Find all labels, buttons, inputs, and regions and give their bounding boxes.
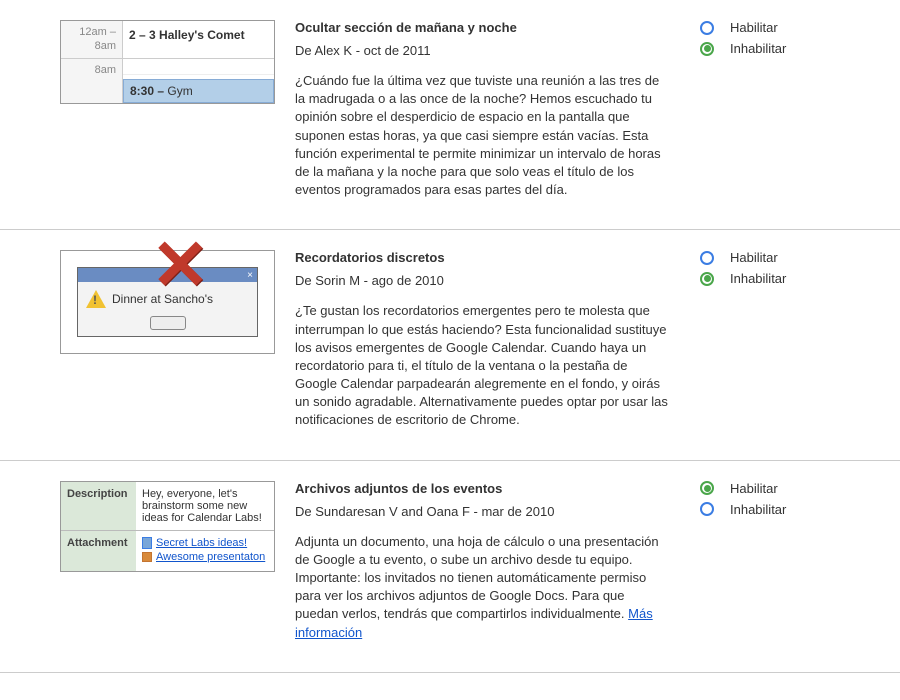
feature-text: ¿Cuándo fue la última vez que tuviste un… xyxy=(295,72,670,199)
enable-radio[interactable]: Habilitar xyxy=(700,481,840,496)
feature-options: Habilitar Inhabilitar xyxy=(700,471,840,523)
feature-thumbnail: 12am – 8am 2 – 3 Halley's Comet 8am 8:30… xyxy=(60,10,275,104)
feature-text: Adjunta un documento, una hoja de cálcul… xyxy=(295,533,670,642)
feature-row-hide-morning-night: 12am – 8am 2 – 3 Halley's Comet 8am 8:30… xyxy=(0,0,900,230)
feature-options: Habilitar Inhabilitar xyxy=(700,10,840,62)
reminder-preview: × Dinner at Sancho's ✕ xyxy=(60,250,275,354)
attachment-link[interactable]: Awesome presentaton xyxy=(142,551,268,563)
radio-icon xyxy=(700,21,714,35)
feature-row-event-attachments: Description Hey, everyone, let's brainst… xyxy=(0,461,900,673)
feature-description: Recordatorios discretos De Sorin M - ago… xyxy=(275,240,700,439)
feature-author: De Sundaresan V and Oana F - mar de 2010 xyxy=(295,504,670,519)
radio-label: Habilitar xyxy=(730,481,778,496)
disable-radio[interactable]: Inhabilitar xyxy=(700,41,840,56)
radio-label: Inhabilitar xyxy=(730,271,786,286)
radio-label: Inhabilitar xyxy=(730,41,786,56)
popup-titlebar: × xyxy=(78,268,257,282)
enable-radio[interactable]: Habilitar xyxy=(700,250,840,265)
feature-title: Ocultar sección de mañana y noche xyxy=(295,20,670,35)
document-icon xyxy=(142,537,152,549)
feature-thumbnail: × Dinner at Sancho's ✕ xyxy=(60,240,275,354)
calendar-mini-preview: 12am – 8am 2 – 3 Halley's Comet 8am 8:30… xyxy=(60,20,275,104)
enable-radio[interactable]: Habilitar xyxy=(700,20,840,35)
calendar-event-highlighted: 8:30 – Gym xyxy=(123,79,274,103)
reminder-text: Dinner at Sancho's xyxy=(112,292,213,306)
feature-title: Recordatorios discretos xyxy=(295,250,670,265)
feature-author: De Sorin M - ago de 2010 xyxy=(295,273,670,288)
radio-icon-checked xyxy=(700,481,714,495)
attachment-label: Attachment xyxy=(61,531,136,571)
feature-description: Archivos adjuntos de los eventos De Sund… xyxy=(275,471,700,652)
description-text: Hey, everyone, let's brainstorm some new… xyxy=(136,482,274,530)
presentation-icon xyxy=(142,552,152,562)
radio-icon-checked xyxy=(700,42,714,56)
feature-title: Archivos adjuntos de los eventos xyxy=(295,481,670,496)
attachment-preview: Description Hey, everyone, let's brainst… xyxy=(60,481,275,572)
feature-text: ¿Te gustan los recordatorios emergentes … xyxy=(295,302,670,429)
ok-button xyxy=(150,316,186,330)
radio-icon xyxy=(700,251,714,265)
radio-label: Habilitar xyxy=(730,20,778,35)
radio-icon-checked xyxy=(700,272,714,286)
disable-radio[interactable]: Inhabilitar xyxy=(700,502,840,517)
radio-label: Inhabilitar xyxy=(730,502,786,517)
feature-thumbnail: Description Hey, everyone, let's brainst… xyxy=(60,471,275,572)
disable-radio[interactable]: Inhabilitar xyxy=(700,271,840,286)
feature-options: Habilitar Inhabilitar xyxy=(700,240,840,292)
close-icon[interactable]: × xyxy=(247,270,253,281)
calendar-event: 2 – 3 Halley's Comet xyxy=(129,28,268,42)
time-label: 8am xyxy=(61,59,123,103)
description-label: Description xyxy=(61,482,136,530)
radio-label: Habilitar xyxy=(730,250,778,265)
warning-icon xyxy=(86,290,106,308)
radio-icon xyxy=(700,502,714,516)
attachment-link[interactable]: Secret Labs ideas! xyxy=(142,537,268,549)
time-range-label: 12am – 8am xyxy=(61,21,123,58)
feature-author: De Alex K - oct de 2011 xyxy=(295,43,670,58)
feature-description: Ocultar sección de mañana y noche De Ale… xyxy=(275,10,700,209)
feature-row-gentle-reminders: × Dinner at Sancho's ✕ Recordatorios dis… xyxy=(0,230,900,460)
